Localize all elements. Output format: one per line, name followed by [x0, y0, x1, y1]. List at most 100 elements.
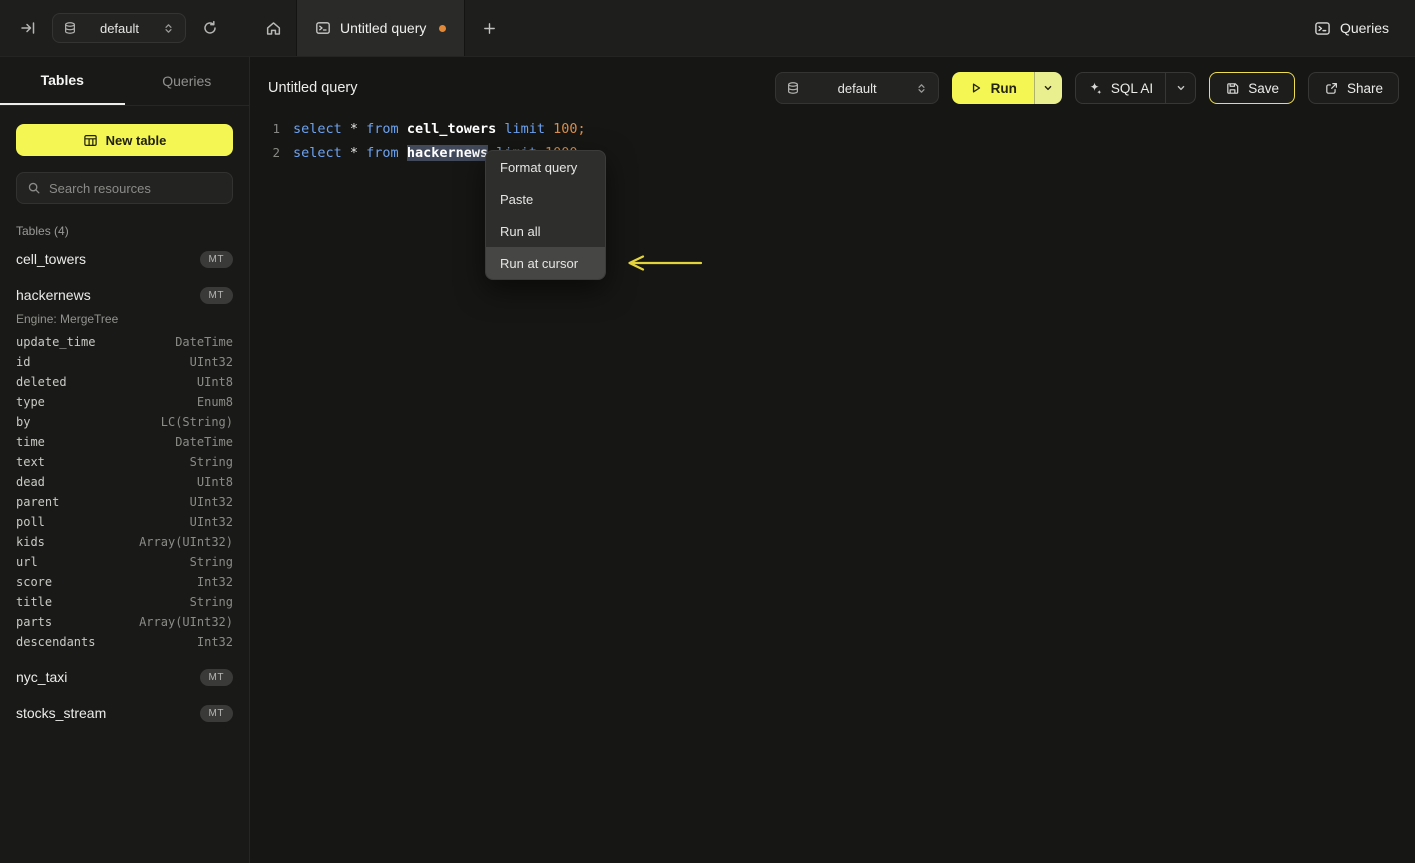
table-item-hackernews[interactable]: hackernews MT	[0, 278, 249, 312]
main-area: Untitled query default Run SQL AI Save S…	[250, 57, 1415, 863]
line-number: 1	[272, 121, 280, 136]
column-row: url String	[0, 552, 249, 572]
header-controls: default Run SQL AI Save Share	[774, 72, 1399, 104]
sparkle-icon	[1088, 81, 1103, 96]
column-row: deleted UInt8	[0, 372, 249, 392]
topbar-right: Queries	[1314, 0, 1415, 56]
chevron-down-icon	[1175, 82, 1187, 94]
column-name: poll	[16, 515, 45, 529]
topbar-database-selector[interactable]: default	[52, 13, 186, 43]
column-row: parts Array(UInt32)	[0, 612, 249, 632]
engine-badge: MT	[199, 704, 233, 722]
column-row: parent UInt32	[0, 492, 249, 512]
sql-ai-options-button[interactable]	[1165, 73, 1195, 103]
database-icon	[786, 81, 800, 95]
column-row: text String	[0, 452, 249, 472]
save-icon	[1225, 81, 1240, 96]
sidebar-tabs: Tables Queries	[0, 57, 249, 106]
column-name: type	[16, 395, 45, 409]
column-row: kids Array(UInt32)	[0, 532, 249, 552]
database-icon	[63, 21, 77, 35]
home-button[interactable]	[250, 0, 296, 56]
table-name: nyc_taxi	[16, 669, 68, 685]
new-table-button[interactable]: New table	[16, 124, 233, 156]
column-type: DateTime	[175, 335, 233, 349]
share-label: Share	[1346, 80, 1383, 96]
column-name: dead	[16, 475, 45, 489]
menu-item-run-at-cursor[interactable]: Run at cursor	[486, 247, 605, 279]
new-tab-button[interactable]	[465, 0, 513, 56]
new-table-label: New table	[105, 132, 167, 148]
column-name: update_time	[16, 335, 96, 349]
code-line[interactable]: 2select * from hackernews limit 1000	[250, 141, 1415, 165]
search-resources-input[interactable]	[49, 180, 225, 196]
sql-ai-button[interactable]: SQL AI	[1076, 73, 1165, 103]
table-name: stocks_stream	[16, 705, 107, 721]
table-name: hackernews	[16, 287, 91, 303]
column-type: UInt8	[196, 475, 233, 489]
sql-ai-button-group: SQL AI	[1074, 72, 1197, 104]
code-line[interactable]: 1 select * from cell_towers limit 100;	[250, 117, 1415, 141]
refresh-button[interactable]	[198, 16, 222, 40]
menu-item-run-all[interactable]: Run all	[486, 215, 605, 247]
column-type: String	[189, 455, 233, 469]
app-root: default Untitled query Queries Tables Qu…	[0, 0, 1415, 863]
table-name: cell_towers	[16, 251, 87, 267]
home-icon	[265, 20, 282, 37]
sidebar-tab-tables[interactable]: Tables	[0, 57, 125, 105]
column-row: time DateTime	[0, 432, 249, 452]
engine-badge: MT	[199, 668, 233, 686]
column-name: parent	[16, 495, 60, 509]
table-item-nyc_taxi[interactable]: nyc_taxi MT	[0, 660, 249, 694]
column-name: title	[16, 595, 53, 609]
editor-database-value: default	[837, 80, 877, 96]
column-name: by	[16, 415, 31, 429]
collapse-sidebar-icon	[20, 20, 36, 36]
sidebar-tab-queries[interactable]: Queries	[125, 57, 250, 105]
run-button-group: Run	[951, 72, 1062, 104]
sql-ai-label: SQL AI	[1110, 80, 1154, 96]
column-type: Enum8	[196, 395, 233, 409]
menu-item-paste[interactable]: Paste	[486, 183, 605, 215]
column-type: String	[189, 595, 233, 609]
topbar: default Untitled query Queries	[0, 0, 1415, 57]
menu-item-format-query[interactable]: Format query	[486, 151, 605, 183]
search-icon	[27, 181, 41, 195]
search-box[interactable]	[16, 172, 233, 204]
engine-badge: MT	[199, 250, 233, 268]
column-type: UInt32	[189, 355, 233, 369]
tables-section-label: Tables (4)	[16, 224, 69, 238]
queries-button[interactable]: Queries	[1314, 20, 1389, 37]
unsaved-changes-dot	[439, 24, 447, 32]
column-type: String	[189, 555, 233, 569]
table-item-cell_towers[interactable]: cell_towers MT	[0, 242, 249, 276]
column-row: dead UInt8	[0, 472, 249, 492]
updown-chevrons-icon	[915, 82, 928, 95]
topbar-left: default	[0, 0, 250, 56]
column-type: Array(UInt32)	[139, 615, 233, 629]
topbar-database-value: default	[99, 20, 140, 36]
run-options-button[interactable]	[1033, 72, 1062, 104]
line-number: 2	[272, 145, 280, 160]
sql-editor[interactable]: 1 select * from cell_towers limit 100; 2 se…	[250, 107, 1415, 165]
column-type: Int32	[196, 575, 233, 589]
editor-database-selector[interactable]: default	[774, 72, 939, 104]
column-row: update_time DateTime	[0, 332, 249, 352]
collapse-sidebar-button[interactable]	[16, 16, 40, 40]
column-name: id	[16, 355, 31, 369]
run-button[interactable]: Run	[951, 72, 1034, 104]
table-item-stocks_stream[interactable]: stocks_stream MT	[0, 696, 249, 730]
share-button[interactable]: Share	[1307, 72, 1399, 104]
column-type: LC(String)	[160, 415, 233, 429]
run-label: Run	[990, 80, 1017, 96]
chevron-down-icon	[1042, 82, 1054, 94]
editor-lines: 1 select * from cell_towers limit 100; 2 se…	[250, 117, 1415, 165]
tab-untitled-query[interactable]: Untitled query	[296, 0, 466, 56]
save-button[interactable]: Save	[1209, 72, 1295, 104]
queries-label: Queries	[1339, 20, 1389, 36]
tab-label: Untitled query	[340, 20, 427, 36]
column-type: Int32	[196, 635, 233, 649]
column-name: descendants	[16, 635, 96, 649]
query-title: Untitled query	[268, 80, 358, 96]
column-type: Array(UInt32)	[139, 535, 233, 549]
